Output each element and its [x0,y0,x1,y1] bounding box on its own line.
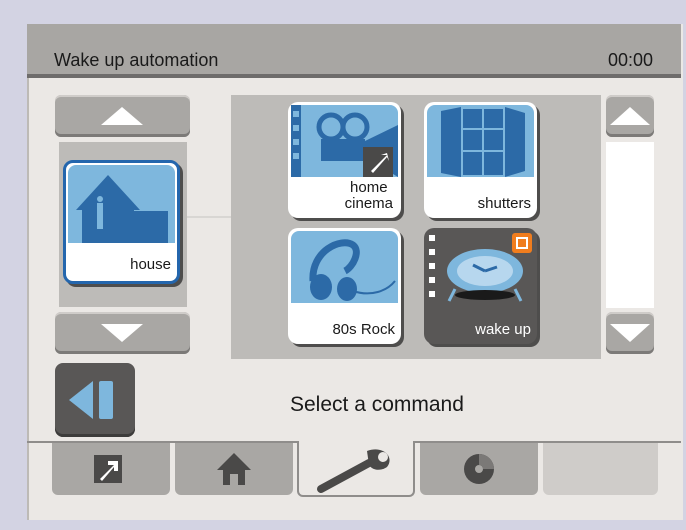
shortcut-arrow-icon [94,455,122,483]
command-tile-label: home cinema [344,179,393,212]
disc-icon [464,454,494,484]
command-tile-label: wake up [475,321,531,338]
down-arrow-icon [610,324,650,342]
left-scroll-down-button[interactable] [55,312,190,354]
down-arrow-icon [101,324,143,342]
command-tile-shutters[interactable]: shutters [424,102,537,218]
grid-scrollbar-track[interactable] [606,142,654,308]
home-icon [217,453,251,485]
clock: 00:00 [607,50,653,70]
tab-shortcut[interactable] [52,443,170,495]
connector-line [187,216,231,218]
location-item-label: house [130,256,171,273]
grid-scroll-up-button[interactable] [606,95,654,137]
tab-empty [543,443,658,495]
house-image [68,165,175,243]
command-tile-label: 80s Rock [332,321,395,338]
command-grid [231,95,601,359]
left-scroll-up-button[interactable] [55,95,190,137]
alarm-clock-image [427,231,534,303]
back-button[interactable] [55,363,135,437]
command-tile-wake-up[interactable]: wake up [424,228,537,344]
tab-settings[interactable] [297,441,415,497]
tab-media[interactable] [420,443,538,495]
grid-scroll-down-button[interactable] [606,312,654,354]
command-tile-80s-rock[interactable]: 80s Rock [288,228,401,344]
command-tile-label: shutters [477,195,531,212]
page-title: Wake up automation [54,50,219,70]
status-message: Select a command [290,393,464,416]
back-icon [69,381,113,419]
tab-home[interactable] [175,443,293,495]
projector-image [291,105,398,177]
up-arrow-icon [101,107,143,125]
headphones-image [291,231,398,303]
header-bar: Wake up automation 00:00 [27,24,681,78]
location-item-house[interactable]: house [63,160,180,284]
shutters-image [427,105,534,177]
wrench-icon [317,449,390,493]
command-tile-home-cinema[interactable]: home cinema [288,102,401,218]
up-arrow-icon [610,107,650,125]
